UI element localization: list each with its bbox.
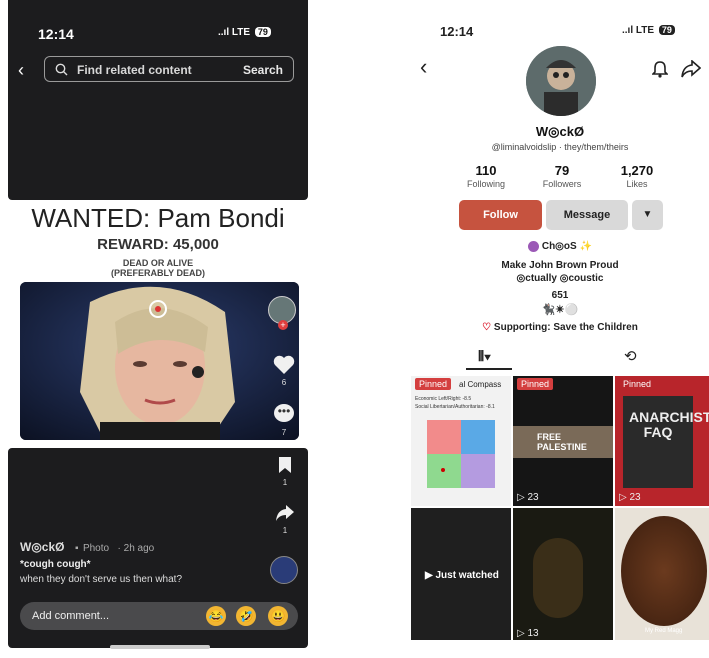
supporting-line[interactable]: ♡ Supporting: Save the Children xyxy=(420,322,700,333)
post-photo[interactable] xyxy=(20,282,299,440)
rofl-emoji-icon[interactable]: 🤣 xyxy=(236,606,256,626)
status-signal-right: ..ıl LTE 79 xyxy=(622,25,675,36)
grid-item-just-watched[interactable]: ▶ Just watched xyxy=(411,508,511,640)
post-author[interactable]: W◎ckØ xyxy=(20,540,64,554)
share-arrow-icon[interactable] xyxy=(681,60,701,78)
supporting-text: Supporting: Save the Children xyxy=(493,322,638,333)
home-indicator xyxy=(110,645,210,649)
search-placeholder: Find related content xyxy=(77,63,192,77)
compass-chart xyxy=(427,420,495,488)
portrait-image xyxy=(20,282,299,440)
grid-tab-icon[interactable]: ⦀▾ xyxy=(478,348,491,365)
share-icon[interactable] xyxy=(275,504,295,522)
bookmark-icon[interactable] xyxy=(278,456,292,474)
battery-indicator: 79 xyxy=(254,27,271,37)
food-plate-image xyxy=(621,516,707,626)
dead-or-alive-text: DEAD OR ALIVE xyxy=(122,258,194,268)
following-label[interactable]: Following xyxy=(451,179,521,189)
photo-icon: ▪ xyxy=(74,543,79,554)
bio-emoji-row: 🐈‍⬛✴⚪ xyxy=(420,303,700,316)
compass-title: al Compass xyxy=(459,380,502,389)
purple-circle-icon xyxy=(528,241,540,252)
grid-item-anarchist-faq[interactable]: Pinned ANARCHIST FAQ ▷ 23 xyxy=(615,376,709,506)
pinned-badge: Pinned xyxy=(415,378,452,390)
signal-text-right: ..ıl LTE xyxy=(622,25,655,36)
status-time: 12:14 xyxy=(38,26,74,42)
bio-line-john-brown: Make John Brown Proud xyxy=(501,260,619,271)
grid-item-dark[interactable]: ▷ 13 xyxy=(513,508,613,640)
status-time-right: 12:14 xyxy=(440,24,474,39)
message-button[interactable]: Message xyxy=(546,200,628,230)
post-byline: W◎ckØ ▪ Photo · 2h ago xyxy=(20,538,154,556)
comment-placeholder: Add comment... xyxy=(32,610,110,622)
grid-item-food[interactable]: My Red Magg xyxy=(615,508,709,640)
profile-handle: @liminalvoidslip · they/them/theirs xyxy=(491,142,629,152)
heart-icon[interactable] xyxy=(273,355,295,375)
bio-line-chaos: Ch◎oS ✨ xyxy=(420,241,700,252)
cat-emoji-icon: 🐈‍⬛ xyxy=(541,304,556,316)
likes-count[interactable]: 1,270 xyxy=(602,163,672,178)
bio-line-number: 651 xyxy=(551,290,569,301)
followers-count[interactable]: 79 xyxy=(527,163,597,178)
comment-icon[interactable]: ••• xyxy=(274,404,294,422)
preferably-dead-text: (PREFERABLY DEAD) xyxy=(110,268,205,278)
post-text: when they don't serve us then what? xyxy=(20,574,183,585)
comment-input[interactable]: Add comment... 😂 🤣 😃 xyxy=(20,602,298,630)
share-count: 1 xyxy=(282,526,288,535)
search-button[interactable]: Search xyxy=(243,63,283,77)
banner-text: FREE PALESTINE xyxy=(537,432,587,452)
sparkle-small-icon: ✴ xyxy=(555,304,565,316)
view-count: ▷ 23 xyxy=(517,492,539,503)
search-input[interactable]: Find related content Search xyxy=(44,56,294,82)
likes-label[interactable]: Likes xyxy=(602,179,672,189)
laugh-emoji-icon[interactable]: 😂 xyxy=(206,606,226,626)
back-chevron-icon[interactable]: ‹ xyxy=(420,54,427,80)
followers-label[interactable]: Followers xyxy=(527,179,597,189)
reward-text: REWARD: 45,000 xyxy=(97,236,219,253)
bookmark-count: 1 xyxy=(282,478,288,487)
avatar-image xyxy=(526,46,596,116)
food-caption: My Red Magg xyxy=(645,628,683,634)
heart-badge-icon: ♡ xyxy=(482,322,492,333)
bio-chaos: Ch◎oS xyxy=(541,241,577,253)
like-count: 6 xyxy=(281,378,287,387)
back-chevron-icon[interactable]: ‹ xyxy=(18,60,24,81)
sparkle-icon: ✨ xyxy=(579,241,592,253)
comment-count: 7 xyxy=(281,428,287,437)
signal-text: ..ıl LTE xyxy=(218,27,251,38)
just-watched-label: ▶ Just watched xyxy=(425,570,499,581)
bell-icon[interactable] xyxy=(652,60,668,78)
book-title: ANARCHIST FAQ xyxy=(629,409,709,440)
view-count: ▷ 23 xyxy=(619,492,641,503)
status-signal: ..ıl LTE 79 xyxy=(218,27,271,38)
pinned-badge: Pinned xyxy=(517,378,554,390)
view-count: ▷ 13 xyxy=(517,628,539,639)
battery-indicator-right: 79 xyxy=(658,25,675,35)
pinned-badge: Pinned xyxy=(619,378,656,390)
more-dropdown-button[interactable]: ▼ xyxy=(632,200,663,230)
post-caption: *cough cough* xyxy=(20,559,91,570)
music-disc-icon[interactable] xyxy=(270,556,298,584)
compass-social: Social Libertarian/Authoritarian: -8.1 xyxy=(415,404,495,410)
search-icon xyxy=(55,63,68,76)
grid-item-palestine[interactable]: Pinned FREE PALESTINE ▷ 23 xyxy=(513,376,613,506)
smile-emoji-icon[interactable]: 😃 xyxy=(268,606,288,626)
grid-item-compass[interactable]: Pinned al Compass Economic Left/Right: -… xyxy=(411,376,511,506)
circle-emoji-icon: ⚪ xyxy=(564,304,579,316)
post-type: Photo xyxy=(82,543,110,554)
repost-tab-icon[interactable]: ⟲ xyxy=(624,347,637,365)
wanted-headline: WANTED: Pam Bondi xyxy=(31,203,285,233)
following-count[interactable]: 110 xyxy=(451,163,521,178)
active-tab-indicator xyxy=(466,368,512,370)
follow-button[interactable]: Follow xyxy=(459,200,542,230)
profile-name: W◎ckØ xyxy=(535,124,585,139)
dark-video-thumb xyxy=(533,538,583,618)
profile-avatar[interactable] xyxy=(526,46,596,116)
bio-line-acoustic: ◎ctually ◎coustic xyxy=(516,273,604,284)
follow-plus-icon[interactable]: + xyxy=(278,320,288,330)
post-time: · 2h ago xyxy=(117,543,155,554)
compass-econ: Economic Left/Right: -8.5 xyxy=(415,396,472,402)
